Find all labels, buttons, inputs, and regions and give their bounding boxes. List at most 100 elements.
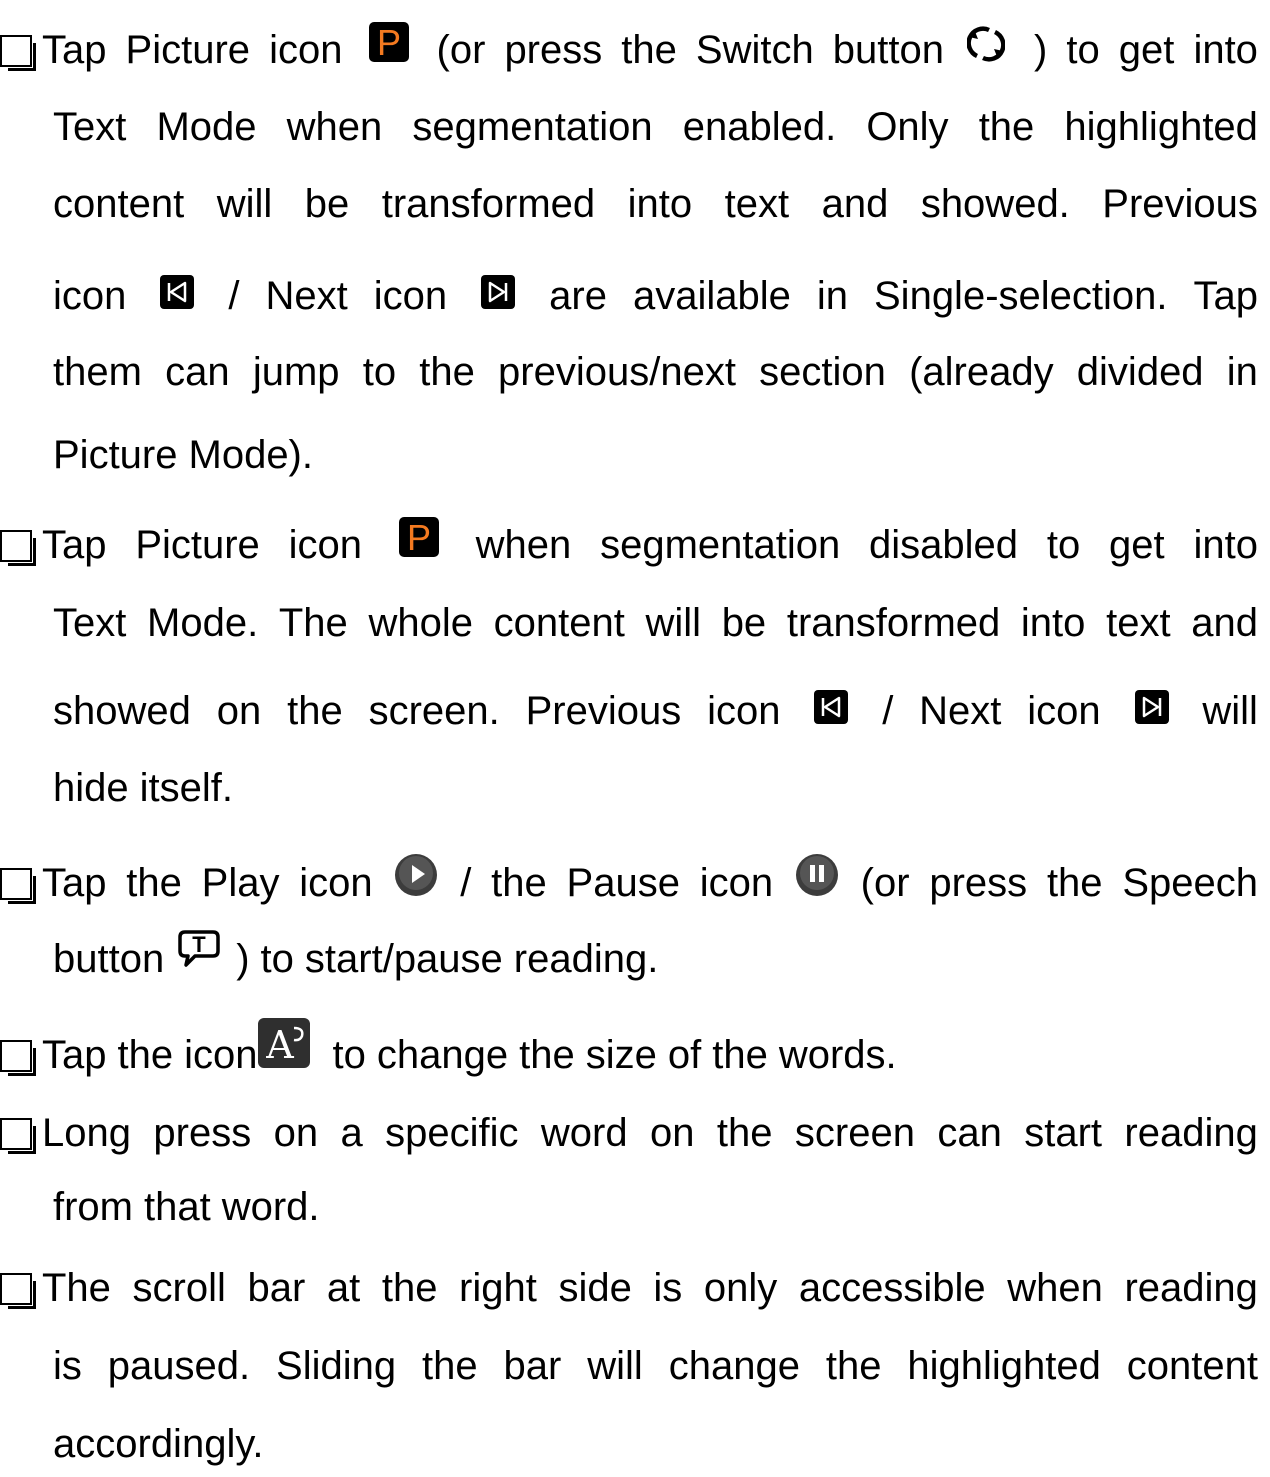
word: be — [304, 182, 350, 226]
word: a — [340, 1111, 363, 1155]
word: will — [645, 601, 702, 645]
word: enabled. — [682, 105, 837, 149]
word: Next — [919, 689, 1002, 733]
word: button — [832, 28, 944, 72]
word: bar — [503, 1344, 562, 1388]
word: reading. — [513, 937, 659, 981]
word: words. — [778, 1033, 897, 1077]
word: the — [117, 1033, 174, 1077]
next-icon — [481, 275, 516, 309]
word: when — [475, 523, 572, 567]
word: when — [1007, 1266, 1103, 1310]
text-line: from that word. — [53, 1183, 1258, 1231]
word: start/pause — [304, 937, 503, 981]
word: into — [1193, 28, 1258, 72]
word: press — [929, 861, 1028, 905]
word: side — [558, 1266, 632, 1310]
checkbox-bullet-icon — [0, 35, 36, 71]
text-line: showed on the screen. Previous icon / Next icon w… — [53, 687, 1258, 735]
word: to — [362, 350, 397, 394]
word: on — [216, 689, 262, 733]
word: / — [228, 274, 240, 318]
word: to — [1046, 523, 1081, 567]
word: screen. — [368, 689, 500, 733]
text-line: button T) to start/pause reading. — [53, 930, 1258, 983]
word: specific — [385, 1111, 519, 1155]
checkbox-bullet-icon — [0, 868, 36, 904]
word: divided — [1076, 350, 1204, 394]
word: can — [937, 1111, 1002, 1155]
word: highlighted — [907, 1344, 1101, 1388]
word: the — [381, 1266, 438, 1310]
word: itself. — [139, 766, 233, 810]
word: icon — [707, 689, 781, 733]
word: the — [621, 28, 677, 72]
word: that — [144, 1185, 211, 1229]
word: change — [376, 1033, 509, 1077]
word: press — [504, 28, 603, 72]
word: Tap — [42, 861, 107, 905]
word: (already — [909, 350, 1054, 394]
text-line: Text Mode. The whole content will be transforme… — [53, 599, 1258, 647]
word: reading — [1124, 1266, 1258, 1310]
checkbox-bullet-icon — [0, 1273, 36, 1309]
word: scroll — [132, 1266, 226, 1310]
checkbox-bullet-icon — [0, 1040, 36, 1076]
word: text — [724, 182, 790, 226]
word: (or — [436, 28, 486, 72]
word: on — [649, 1111, 695, 1155]
play-icon — [394, 853, 438, 897]
word: when — [286, 105, 383, 149]
text-line: Long press on a specific word on the screen can st… — [0, 1109, 1258, 1157]
word: into — [1020, 601, 1086, 645]
word: content — [1126, 1344, 1258, 1388]
word: right — [459, 1266, 537, 1310]
word: to — [332, 1033, 366, 1077]
word: Tap — [1193, 274, 1259, 318]
word: into — [1193, 523, 1258, 567]
word: icon — [1027, 689, 1101, 733]
word: / — [460, 861, 472, 905]
text-line: Tap Picture icon Pwhen segmentation disabled t… — [0, 517, 1258, 569]
word: will — [216, 182, 273, 226]
word: at — [326, 1266, 361, 1310]
text-line: The scroll bar at the right side is only accessib… — [0, 1264, 1258, 1312]
word: The — [278, 601, 348, 645]
word: Mode). — [188, 433, 314, 477]
word: icon — [53, 274, 127, 318]
word: section — [759, 350, 886, 394]
word: Tap — [42, 1033, 107, 1077]
word: content — [53, 182, 185, 226]
word: ) — [236, 937, 250, 981]
word: icon — [373, 274, 448, 318]
word: press — [153, 1111, 252, 1155]
word: Picture — [53, 433, 178, 477]
bullet-group: Tap — [0, 521, 107, 569]
word: paused. — [107, 1344, 251, 1388]
word: the — [712, 1033, 768, 1077]
word: The — [42, 1266, 111, 1310]
word: showed — [53, 689, 191, 733]
picture-icon-letter: P — [407, 517, 431, 557]
word: icon — [288, 523, 363, 567]
picture-icon-letter: P — [377, 22, 401, 62]
word: from — [53, 1185, 133, 1229]
word: Text — [53, 105, 127, 149]
text-line: Text Mode when segmentation enabled. Only the h… — [53, 103, 1258, 151]
word: in — [1226, 350, 1258, 394]
word: available — [632, 274, 791, 318]
word: change — [668, 1344, 800, 1388]
word: Switch — [695, 28, 814, 72]
word: Next — [265, 274, 348, 318]
word: whole — [368, 601, 473, 645]
word: Mode — [156, 105, 257, 149]
word: them — [53, 350, 142, 394]
word: Single-selection. — [874, 274, 1168, 318]
word: accordingly. — [53, 1422, 264, 1466]
word: (or — [860, 861, 910, 905]
word: will — [587, 1344, 643, 1388]
word: can — [165, 350, 230, 394]
word: Previous — [1102, 182, 1258, 226]
word: the — [419, 350, 475, 394]
bullet-group: Long — [0, 1109, 131, 1157]
